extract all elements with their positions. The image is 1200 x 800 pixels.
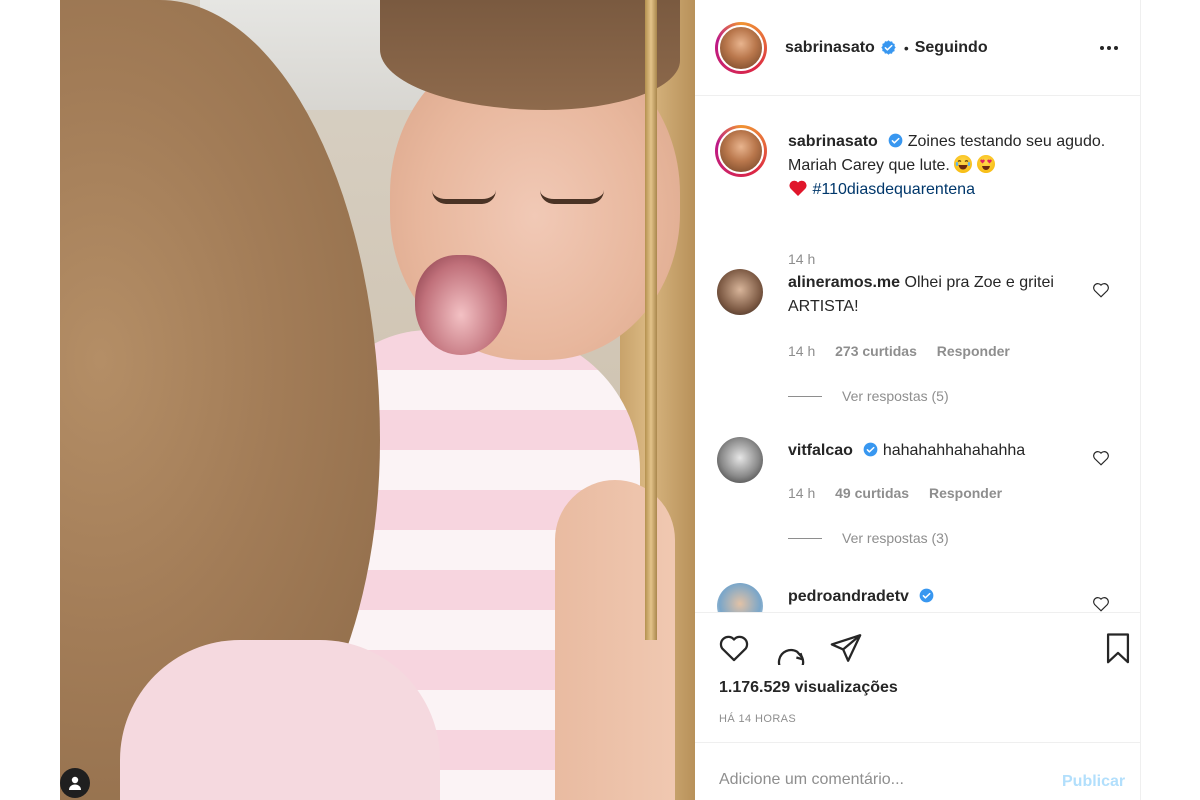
comment-meta: 14 h 273 curtidas Responder (788, 343, 1026, 359)
replies-line (788, 395, 822, 397)
view-replies-button[interactable]: Ver respostas (5) (788, 388, 949, 404)
heart-eyes-emoji-icon (976, 155, 995, 173)
caption-author-username[interactable]: sabrinasato (788, 133, 878, 150)
save-bookmark-icon[interactable] (1101, 631, 1135, 665)
laughing-emoji-icon (954, 155, 973, 173)
post-sidebar: sabrinasato • Seguindo sabrinasato Zoine… (695, 0, 1141, 800)
comment-body: hahahahhahahahha (882, 442, 1026, 459)
hashtag-link[interactable]: #110diasdequarentena (812, 181, 975, 198)
follow-status-button[interactable]: Seguindo (915, 39, 988, 57)
post-actions: 1.176.529 visualizações HÁ 14 HORAS (695, 612, 1141, 742)
verified-badge-icon (919, 588, 934, 603)
caption-text: sabrinasato Zoines testando seu agudo. M… (788, 130, 1108, 202)
comment-like-heart-icon[interactable] (1092, 595, 1110, 612)
comment-like-heart-icon[interactable] (1092, 449, 1110, 467)
comment-username[interactable]: alineramos.me (788, 274, 900, 291)
comment-text: vitfalcao hahahahhahahahha (788, 439, 1078, 463)
views-count[interactable]: 1.176.529 visualizações (719, 679, 898, 697)
author-avatar[interactable] (715, 21, 767, 74)
child-arm (555, 480, 675, 800)
comment-likes[interactable]: 49 curtidas (835, 485, 909, 501)
mirror-edge (645, 0, 657, 640)
child-eye-right (540, 190, 604, 204)
verified-badge-icon (881, 40, 896, 55)
foreground-shirt (120, 640, 440, 800)
caption-author-avatar[interactable] (715, 125, 767, 177)
header-separator: • (903, 39, 909, 56)
comment-likes[interactable]: 273 curtidas (835, 343, 917, 359)
comment-time[interactable]: 14 h (788, 343, 815, 359)
view-replies-button[interactable]: Ver respostas (3) (788, 530, 949, 546)
red-heart-emoji-icon (788, 179, 808, 197)
share-paper-plane-icon[interactable] (829, 631, 863, 665)
author-username[interactable]: sabrinasato (785, 39, 875, 57)
replies-line (788, 537, 822, 539)
verified-badge-icon (888, 133, 903, 148)
comments-area[interactable]: sabrinasato Zoines testando seu agudo. M… (695, 97, 1141, 612)
more-options-icon[interactable] (1097, 36, 1121, 60)
comment-text: alineramos.me Olhei pra Zoe e gritei ART… (788, 271, 1078, 319)
child-eye-left (432, 190, 496, 204)
like-heart-icon[interactable] (717, 631, 751, 665)
view-replies-label: Ver respostas (5) (842, 388, 949, 404)
comment-time[interactable]: 14 h (788, 485, 815, 501)
reply-button[interactable]: Responder (937, 343, 1010, 359)
commenter-avatar[interactable] (717, 269, 763, 315)
posted-time[interactable]: HÁ 14 HORAS (719, 713, 796, 725)
post-video[interactable] (60, 0, 695, 800)
comment-meta: 14 h 49 curtidas Responder (788, 485, 1018, 501)
comment-like-heart-icon[interactable] (1092, 281, 1110, 299)
comment-bubble-icon[interactable] (773, 631, 807, 676)
commenter-avatar[interactable] (717, 583, 763, 612)
publish-button[interactable]: Publicar (1062, 773, 1125, 791)
comment-text: pedroandradetv (788, 585, 1078, 609)
post-header: sabrinasato • Seguindo (695, 0, 1141, 96)
reply-button[interactable]: Responder (929, 485, 1002, 501)
child-mouth (415, 255, 507, 355)
verified-badge-icon (863, 442, 878, 457)
view-replies-label: Ver respostas (3) (842, 530, 949, 546)
comment-username[interactable]: vitfalcao (788, 442, 853, 459)
comment-username[interactable]: pedroandradetv (788, 588, 909, 605)
caption-time[interactable]: 14 h (788, 251, 815, 267)
comment-input[interactable] (719, 771, 1039, 789)
commenter-avatar[interactable] (717, 437, 763, 483)
add-comment-bar: Publicar (695, 742, 1141, 800)
tagged-user-icon[interactable] (60, 768, 90, 798)
